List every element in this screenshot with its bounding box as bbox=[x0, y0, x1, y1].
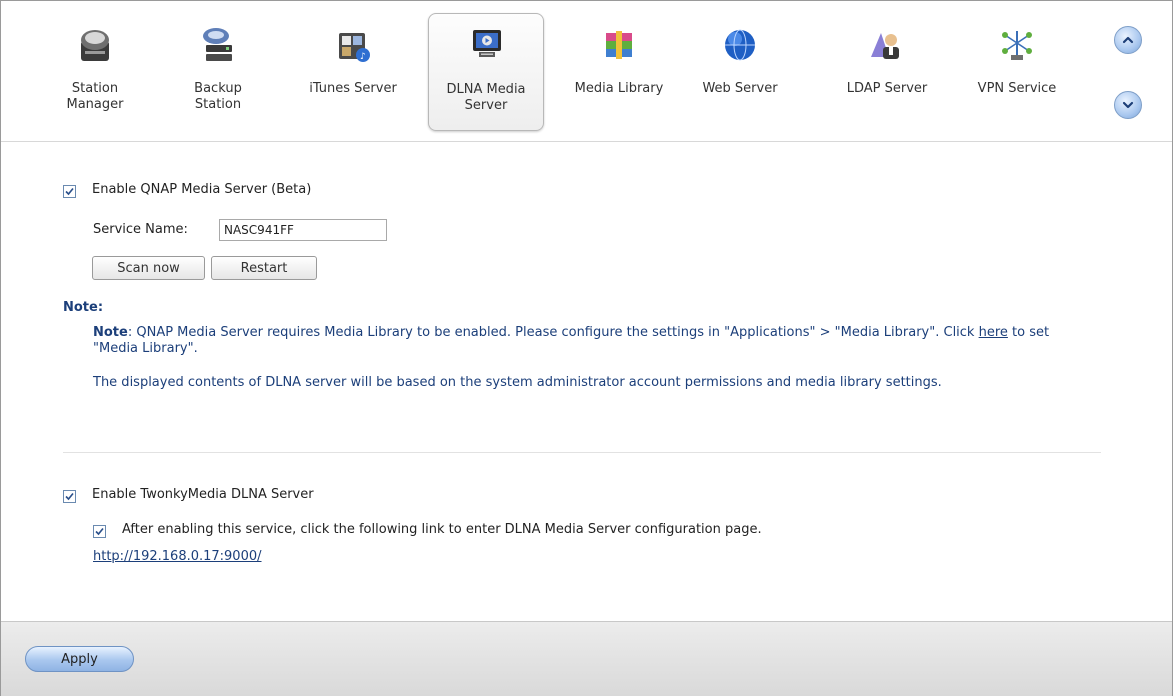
media-library-link[interactable]: here bbox=[979, 325, 1008, 340]
chevron-up-icon bbox=[1122, 36, 1134, 44]
twonky-config-checkbox[interactable] bbox=[93, 525, 106, 538]
twonky-config-link[interactable]: http://192.168.0.17:9000/ bbox=[93, 549, 262, 564]
tool-web-server[interactable]: Web Server bbox=[682, 15, 798, 131]
tool-station-manager[interactable]: Station Manager bbox=[37, 15, 153, 131]
note-heading: Note: bbox=[63, 300, 104, 315]
service-name-input[interactable] bbox=[219, 219, 387, 241]
qnap-media-server-label: Enable QNAP Media Server (Beta) bbox=[92, 182, 312, 197]
chevron-down-icon bbox=[1122, 101, 1134, 109]
scroll-down-button[interactable] bbox=[1114, 91, 1142, 119]
tool-label: Media Library bbox=[574, 81, 664, 96]
tool-ldap-server[interactable]: LDAP Server bbox=[829, 15, 945, 131]
twonky-config-label: After enabling this service, click the f… bbox=[122, 522, 762, 537]
media-library-icon bbox=[606, 31, 632, 59]
note-permissions: The displayed contents of DLNA server wi… bbox=[93, 375, 942, 390]
section-divider bbox=[63, 452, 1101, 453]
ldap-server-icon bbox=[871, 33, 899, 59]
checkmark-icon bbox=[95, 527, 104, 536]
itunes-server-icon: ♪ bbox=[339, 33, 370, 62]
svg-text:♪: ♪ bbox=[360, 52, 366, 62]
apply-button[interactable]: Apply bbox=[25, 646, 134, 672]
tool-label: VPN Service bbox=[977, 81, 1057, 96]
tool-label: Backup Station bbox=[194, 81, 242, 112]
tool-dlna-media-server[interactable]: DLNA Media Server bbox=[428, 13, 544, 131]
station-manager-icon bbox=[81, 30, 109, 61]
twonky-media-label: Enable TwonkyMedia DLNA Server bbox=[92, 487, 314, 502]
scroll-up-button[interactable] bbox=[1114, 26, 1142, 54]
dlna-settings-window: Station Manager Backup Station ♪ iTunes bbox=[0, 0, 1173, 696]
tool-label: DLNA Media Server bbox=[446, 82, 526, 113]
web-server-icon bbox=[725, 29, 755, 61]
scan-now-button[interactable]: Scan now bbox=[92, 256, 205, 280]
checkmark-icon bbox=[65, 187, 74, 196]
dlna-media-server-icon bbox=[473, 30, 501, 57]
settings-panel: Enable QNAP Media Server (Beta) Service … bbox=[1, 142, 1172, 620]
tool-vpn-service[interactable]: VPN Service bbox=[959, 15, 1075, 131]
tool-itunes-server[interactable]: ♪ iTunes Server bbox=[295, 15, 411, 131]
checkmark-icon bbox=[65, 492, 74, 501]
restart-button[interactable]: Restart bbox=[211, 256, 317, 280]
footer-bar: Apply bbox=[1, 621, 1172, 696]
tool-media-library[interactable]: Media Library bbox=[561, 15, 677, 131]
tool-label: LDAP Server bbox=[846, 81, 928, 96]
note-bold-label: Note bbox=[93, 325, 128, 340]
note-text: : QNAP Media Server requires Media Libra… bbox=[127, 325, 979, 340]
tool-label: Station Manager bbox=[66, 81, 124, 112]
tool-backup-station[interactable]: Backup Station bbox=[160, 15, 276, 131]
backup-station-icon bbox=[203, 28, 232, 61]
note-media-library: Note: QNAP Media Server requires Media L… bbox=[93, 325, 1053, 357]
twonky-media-checkbox[interactable] bbox=[63, 490, 76, 503]
application-toolbar: Station Manager Backup Station ♪ iTunes bbox=[1, 1, 1172, 142]
tool-label: iTunes Server bbox=[309, 81, 397, 96]
tool-label: Web Server bbox=[702, 81, 778, 96]
service-name-label: Service Name: bbox=[93, 222, 188, 237]
qnap-media-server-checkbox[interactable] bbox=[63, 185, 76, 198]
vpn-service-icon bbox=[1002, 31, 1032, 60]
